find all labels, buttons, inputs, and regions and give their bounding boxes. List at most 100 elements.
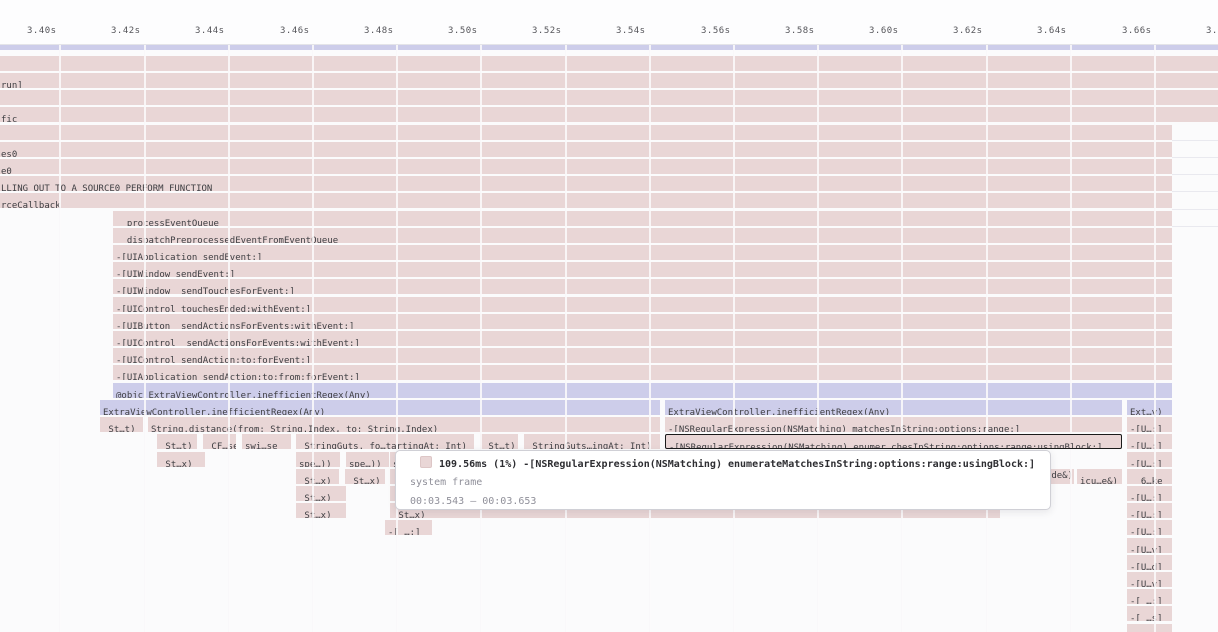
frame-label: fic xyxy=(0,113,17,122)
frame-label: __6…ke xyxy=(1127,475,1163,484)
frame-bar[interactable]: _St…t) xyxy=(100,417,143,432)
frame-label: -[UIControl touchesEnded:withEvent:] xyxy=(113,303,311,312)
frame-bar[interactable]: -[_…v] xyxy=(1127,624,1172,632)
category-color-swatch xyxy=(420,456,432,468)
frame-label: -[U…:] xyxy=(1127,440,1163,449)
frame-bar[interactable] xyxy=(0,125,1172,140)
frame-bar[interactable]: _StringGuts…ingAt: Int) xyxy=(524,434,660,449)
frame-bar[interactable]: -[UIApplication sendAction:to:from:forEv… xyxy=(113,365,1172,380)
frame-label: ExtraViewController.inefficientRegex(Any… xyxy=(665,406,890,415)
frame-bar[interactable]: -[_…s] xyxy=(1127,606,1172,621)
frame-label: e0 xyxy=(0,165,12,174)
frame-bar[interactable]: es0 xyxy=(0,142,1172,157)
frame-bar[interactable]: String.distance(from: String.Index, to: … xyxy=(148,417,660,432)
frame-bar[interactable]: _St…x) xyxy=(296,486,346,501)
frame-label: -[U…v] xyxy=(1127,578,1163,587)
frame-label: _StringGuts._fo…tartingAt: Int) xyxy=(296,440,467,449)
gridline xyxy=(144,45,146,632)
frame-label: _StringGuts…ingAt: Int) xyxy=(524,440,652,449)
time-label: 3.46s xyxy=(280,26,310,36)
frame-label: String.distance(from: String.Index, to: … xyxy=(148,423,438,432)
frame-bar[interactable]: -[U…v] xyxy=(1127,572,1172,587)
frame-label: -[NSRegularExpression(NSMatching) matche… xyxy=(665,423,1020,432)
frame-label: @objc ExtraViewController.inefficientReg… xyxy=(113,389,371,398)
gridline xyxy=(1154,45,1156,632)
frame-label: -[UIApplication sendEvent:] xyxy=(113,251,262,260)
frame-bar[interactable]: __dispatchPreprocessedEventFromEventQueu… xyxy=(113,228,1172,243)
time-label: 3.60s xyxy=(869,26,899,36)
frame-bar[interactable]: LLING_OUT_TO_A_SOURCE0_PERFORM_FUNCTION_… xyxy=(0,176,1172,191)
frame-label: -[UIControl sendAction:to:forEvent:] xyxy=(113,354,311,363)
frame-bar[interactable]: -[_…:] xyxy=(1127,589,1172,604)
frame-bar[interactable]: -[UIControl sendAction:to:forEvent:] xyxy=(113,348,1172,363)
frame-label: -[UIControl _sendActionsForEvents:withEv… xyxy=(113,337,360,346)
gridline xyxy=(480,45,482,632)
frame-bar[interactable]: _St…t) xyxy=(157,434,197,449)
timeline-ruler[interactable]: 3.40s3.42s3.44s3.46s3.48s3.50s3.52s3.54s… xyxy=(0,0,1218,45)
frame-bar[interactable]: -[UIWindow sendEvent:] xyxy=(113,262,1172,277)
frame-bar[interactable]: fic xyxy=(0,107,1218,122)
frame-label: _CF…se xyxy=(203,440,236,449)
gridline xyxy=(986,45,988,632)
tooltip-title: 109.56ms (1%) -[NSRegularExpression(NSMa… xyxy=(439,459,1035,470)
frame-label: swi…se xyxy=(242,440,278,449)
frame-bar[interactable]: _St…t) xyxy=(480,434,518,449)
frame-bar[interactable]: _StringGuts._fo…tartingAt: Int) xyxy=(296,434,474,449)
frame-bar[interactable]: -[U…:] xyxy=(1127,503,1172,518)
frame-bar[interactable]: -[U…:] xyxy=(1127,452,1172,467)
frame-bar[interactable]: -[UIWindow _sendTouchesForEvent:] xyxy=(113,279,1172,294)
frame-bar[interactable]: ExtraViewController.inefficientRegex(Any… xyxy=(100,400,660,415)
frame-bar[interactable]: -[U…v] xyxy=(1127,538,1172,553)
frame-bar[interactable]: spe…)) xyxy=(346,452,389,467)
frame-bar[interactable]: -[UIApplication sendEvent:] xyxy=(113,245,1172,260)
frame-bar[interactable] xyxy=(0,56,1218,71)
frame-bar[interactable]: spe…)) xyxy=(296,452,340,467)
frame-label: es0 xyxy=(0,148,17,157)
tooltip-subtitle: system frame xyxy=(410,473,1040,492)
frame-bar[interactable]: swi…se xyxy=(242,434,291,449)
gridline xyxy=(649,45,651,632)
frame-bar[interactable]: _St…x) xyxy=(157,452,205,467)
frame-bar[interactable] xyxy=(0,45,1218,50)
frame-bar-selected[interactable]: -[NSRegularExpression(NSMatching) enumer… xyxy=(665,434,1122,449)
frame-label: run] xyxy=(0,79,23,88)
time-label: 3.44s xyxy=(195,26,225,36)
frame-label: -[U…:] xyxy=(1127,423,1163,432)
tooltip: 109.56ms (1%) -[NSRegularExpression(NSMa… xyxy=(395,450,1051,510)
frame-bar[interactable]: __6…ke xyxy=(1127,469,1172,484)
time-label: 3.42s xyxy=(111,26,141,36)
frame-label: -[_…s] xyxy=(1127,612,1163,621)
frame-label: -[UIWindow _sendTouchesForEvent:] xyxy=(113,285,295,294)
frame-bar[interactable] xyxy=(0,90,1218,105)
frame-bar[interactable]: -[UIButton _sendActionsForEvents:withEve… xyxy=(113,314,1172,329)
frame-bar[interactable]: -[U…:] xyxy=(1127,486,1172,501)
row-separator xyxy=(1172,157,1218,158)
time-label: 3.54s xyxy=(616,26,646,36)
frame-bar[interactable]: -[U…d] xyxy=(1127,555,1172,570)
frame-bar[interactable]: -[_…:] xyxy=(385,520,432,535)
frame-label: _St…t) xyxy=(100,423,136,432)
frame-bar[interactable]: -[U…:] xyxy=(1127,417,1172,432)
frame-bar[interactable]: e0 xyxy=(0,159,1172,174)
frame-bar[interactable]: rceCallback xyxy=(0,193,1172,208)
tooltip-time-range: 00:03.543 — 00:03.653 xyxy=(410,492,1040,511)
frame-bar[interactable]: @objc ExtraViewController.inefficientReg… xyxy=(113,383,1172,398)
frame-bar[interactable]: -[U…:] xyxy=(1127,434,1172,449)
frame-bar[interactable]: Ext…y) xyxy=(1127,400,1172,415)
frame-bar[interactable]: -[U…:] xyxy=(1127,520,1172,535)
frame-bar[interactable]: _St…x) xyxy=(296,503,346,518)
frame-bar[interactable]: -[UIControl _sendActionsForEvents:withEv… xyxy=(113,331,1172,346)
frame-bar[interactable]: __processEventQueue xyxy=(113,211,1172,226)
frame-label: -[_…:] xyxy=(385,526,421,535)
frame-bar[interactable]: _CF…se xyxy=(203,434,236,449)
frame-label: _St…x) xyxy=(345,475,381,484)
gridline xyxy=(59,45,61,632)
frame-bar[interactable]: _St…x) xyxy=(345,469,385,484)
time-label: 3.50s xyxy=(448,26,478,36)
frame-bar[interactable]: _St…x) xyxy=(296,469,339,484)
frame-label: -[U…:] xyxy=(1127,492,1163,501)
frame-bar[interactable]: icu…e&) xyxy=(1077,469,1122,484)
frame-label: ExtraViewController.inefficientRegex(Any… xyxy=(100,406,325,415)
frame-bar[interactable]: run] xyxy=(0,73,1218,88)
frame-bar[interactable]: -[UIControl touchesEnded:withEvent:] xyxy=(113,297,1172,312)
